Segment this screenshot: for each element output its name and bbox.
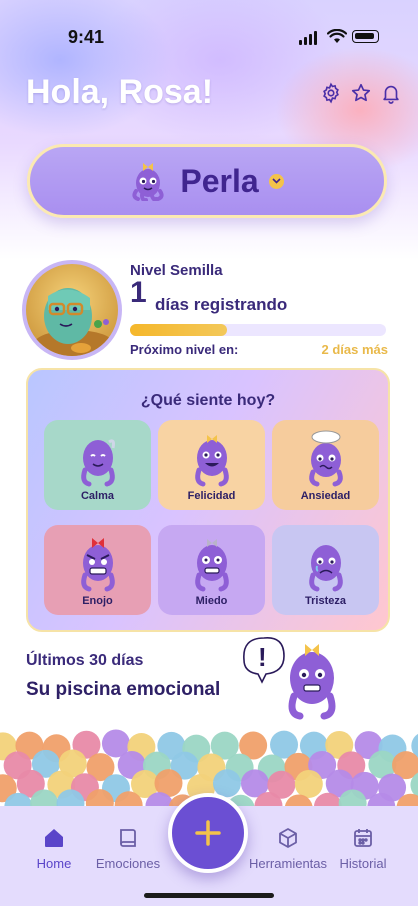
bell-icon[interactable] [380, 82, 402, 104]
emotion-label: Calma [80, 490, 115, 502]
emotion-miedo-character [195, 539, 229, 592]
pool-title: Su piscina emocional [26, 679, 221, 700]
svg-text:!: ! [258, 642, 267, 672]
greeting-title: Hola, Rosa! [26, 73, 214, 111]
pet-avatar [132, 163, 164, 201]
calendar-icon [354, 829, 372, 847]
emotion-ansiedad[interactable]: Ansiedad [272, 420, 379, 510]
emotion-label: Felicidad [187, 490, 236, 502]
star-icon[interactable] [350, 82, 372, 104]
emotion-label: Miedo [195, 595, 228, 607]
next-level-value: 2 días más [321, 342, 389, 357]
emotion-enojo-character [81, 538, 115, 592]
nav-home[interactable]: Home [14, 826, 94, 871]
home-icon [45, 829, 63, 847]
pool-period: Últimos 30 días [26, 652, 144, 669]
days-count: 1 [130, 276, 147, 309]
header-actions [320, 82, 402, 104]
emotion-tristeza-character [309, 545, 343, 592]
wifi-icon [327, 29, 347, 43]
nav-historial[interactable]: Historial [323, 826, 403, 871]
emotion-label: Ansiedad [300, 490, 351, 502]
chevron-down-icon[interactable] [268, 173, 284, 189]
add-entry-button[interactable] [168, 793, 248, 873]
nav-label: Herramientas [248, 856, 328, 871]
emotion-miedo[interactable]: Miedo [158, 525, 265, 615]
status-bar: 9:41 [0, 0, 418, 60]
nav-herramientas[interactable]: Herramientas [248, 826, 328, 871]
battery-icon [352, 30, 379, 43]
emotion-picker-card: ¿Qué siente hoy? Calma Felicidad Ansieda… [26, 368, 390, 632]
cube-icon [279, 828, 297, 848]
level-progress-bar [130, 324, 386, 336]
nav-label: Home [36, 856, 72, 871]
home-indicator [144, 893, 274, 898]
nav-label: Emociones [95, 856, 161, 871]
emotion-tristeza[interactable]: Tristeza [272, 525, 379, 615]
emotion-picker-title: ¿Qué siente hoy? [140, 392, 276, 409]
pet-selector[interactable]: Perla [27, 144, 387, 218]
status-time: 9:41 [68, 27, 105, 47]
emotion-label: Tristeza [305, 595, 346, 607]
app-screen: 9:41 Hola, Rosa! Perla Nivel Semilla 1 d… [0, 0, 418, 906]
emotion-label: Enojo [82, 595, 113, 607]
emotion-ansiedad-character [309, 430, 343, 487]
pool-character: ! [243, 637, 336, 720]
emotion-felicidad-character [195, 435, 229, 487]
level-progress-fill [130, 324, 228, 336]
days-label: días registrando [155, 295, 288, 314]
pool-ball [294, 769, 323, 798]
nav-label: Historial [339, 856, 387, 871]
emotion-calma-character [81, 439, 115, 487]
emotion-felicidad[interactable]: Felicidad [158, 420, 265, 510]
next-level-label: Próximo nivel en: [130, 342, 239, 357]
nav-emociones[interactable]: Emociones [88, 826, 168, 871]
emotion-calma[interactable]: Calma [44, 420, 151, 510]
book-icon [120, 829, 136, 847]
pet-name: Perla [180, 162, 259, 199]
plus-icon [195, 820, 221, 846]
cellular-signal-icon [299, 31, 317, 45]
emotion-enojo[interactable]: Enojo [44, 525, 151, 615]
level-avatar [22, 260, 122, 360]
gear-icon[interactable] [320, 82, 342, 104]
